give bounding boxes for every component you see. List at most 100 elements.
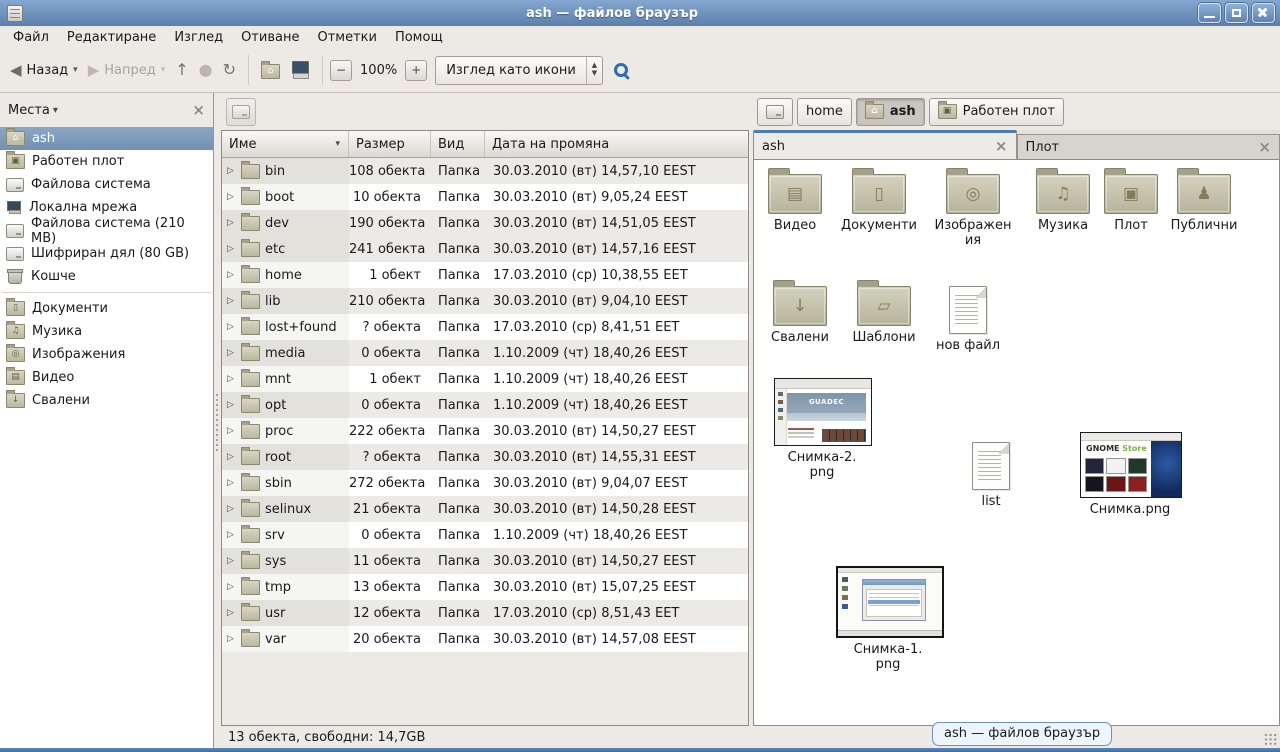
path-button-Работен плот[interactable]: ▣Работен плот [929, 98, 1064, 126]
menu-item-view[interactable]: Изглед [165, 28, 232, 47]
icon-item-Снимка-2.png[interactable]: GUADECСнимка-2.png [774, 378, 870, 481]
view-mode-select[interactable]: Изглед като икони ▲▼ [435, 56, 603, 85]
sidebar-item-11[interactable]: ▤Видео [0, 366, 213, 389]
expander-icon[interactable]: ▷ [227, 634, 236, 644]
back-dropdown-caret-icon[interactable]: ▾ [73, 65, 78, 75]
minimize-button[interactable] [1198, 3, 1221, 23]
tab-close-icon[interactable]: × [995, 139, 1008, 154]
sidebar-title[interactable]: Места [8, 103, 50, 118]
expander-icon[interactable]: ▷ [227, 296, 236, 306]
expander-icon[interactable]: ▷ [227, 426, 236, 436]
title-bar[interactable]: ash — файлов браузър [0, 0, 1280, 26]
sidebar-dropdown-caret-icon[interactable]: ▾ [53, 105, 58, 116]
search-icon[interactable] [613, 62, 630, 79]
menu-item-go[interactable]: Отиване [232, 28, 308, 47]
computer-button[interactable] [285, 56, 315, 85]
tree-row-var[interactable]: ▷var20 обектаПапка30.03.2010 (вт) 14,57,… [222, 626, 748, 652]
tree-row-mnt[interactable]: ▷mnt1 обектПапка1.10.2009 (чт) 18,40,26 … [222, 366, 748, 392]
menu-item-edit[interactable]: Редактиране [58, 28, 165, 47]
icon-item-Снимка.png[interactable]: GNOME StoreСнимка.png [1080, 432, 1180, 517]
close-button[interactable] [1252, 3, 1275, 23]
tree-row-selinux[interactable]: ▷selinux21 обектаПапка30.03.2010 (вт) 14… [222, 496, 748, 522]
expander-icon[interactable]: ▷ [227, 400, 236, 410]
icon-item-list[interactable]: list [946, 442, 1036, 509]
expander-icon[interactable]: ▷ [227, 192, 236, 202]
expander-icon[interactable]: ▷ [227, 270, 236, 280]
expander-icon[interactable]: ▷ [227, 556, 236, 566]
sidebar-item-12[interactable]: ↓Свалени [0, 389, 213, 412]
tab-close-icon[interactable]: × [1258, 140, 1271, 155]
expander-icon[interactable]: ▷ [227, 582, 236, 592]
tree-row-etc[interactable]: ▷etc241 обектаПапка30.03.2010 (вт) 14,57… [222, 236, 748, 262]
expander-icon[interactable]: ▷ [227, 530, 236, 540]
expander-icon[interactable]: ▷ [227, 166, 236, 176]
icon-view[interactable]: ▤Видео▯Документи◎Изображения♫Музика▣Плот… [753, 159, 1280, 726]
zoom-in-button[interactable]: + [405, 60, 427, 81]
up-button[interactable]: ↑ [170, 57, 193, 83]
sidebar-splitter[interactable] [214, 93, 221, 748]
tree-row-proc[interactable]: ▷proc222 обектаПапка30.03.2010 (вт) 14,5… [222, 418, 748, 444]
sidebar-item-1[interactable]: ▣Работен плот [0, 150, 213, 173]
column-header-type[interactable]: Вид [431, 131, 485, 157]
zoom-out-button[interactable]: − [330, 60, 352, 81]
expander-icon[interactable]: ▷ [227, 218, 236, 228]
tree-row-tmp[interactable]: ▷tmp13 обектаПапка30.03.2010 (вт) 15,07,… [222, 574, 748, 600]
sidebar-item-0[interactable]: ⌂ash [0, 127, 213, 150]
home-button[interactable]: ⌂ [256, 56, 285, 84]
forward-button[interactable]: ▶ Напред ▾ [83, 58, 171, 83]
tree-row-sys[interactable]: ▷sys11 обектаПапка30.03.2010 (вт) 14,50,… [222, 548, 748, 574]
expander-icon[interactable]: ▷ [227, 244, 236, 254]
view-mode-spin-icon[interactable]: ▲▼ [586, 57, 602, 84]
tab-Плот[interactable]: Плот× [1017, 134, 1280, 159]
expander-icon[interactable]: ▷ [227, 452, 236, 462]
icon-item-Документи[interactable]: ▯Документи [834, 168, 924, 233]
maximize-button[interactable] [1225, 3, 1248, 23]
tree-root-button[interactable] [226, 98, 256, 126]
splitter-grip[interactable] [215, 393, 220, 453]
icon-item-Снимка-1.png[interactable]: Снимка-1.png [836, 566, 940, 673]
expander-icon[interactable]: ▷ [227, 478, 236, 488]
tree-row-boot[interactable]: ▷boot10 обектаПапка30.03.2010 (вт) 9,05,… [222, 184, 748, 210]
path-button-root[interactable] [757, 98, 793, 126]
tree-row-sbin[interactable]: ▷sbin272 обектаПапка30.03.2010 (вт) 9,04… [222, 470, 748, 496]
tree-row-usr[interactable]: ▷usr12 обектаПапка17.03.2010 (ср) 8,51,4… [222, 600, 748, 626]
tree-row-media[interactable]: ▷media0 обектаПапка1.10.2009 (чт) 18,40,… [222, 340, 748, 366]
icon-item-Шаблони[interactable]: ▱Шаблони [839, 280, 929, 345]
sidebar-item-6[interactable]: Кошче [0, 265, 213, 288]
sidebar-item-10[interactable]: ◎Изображения [0, 343, 213, 366]
column-header-modified[interactable]: Дата на промяна [485, 131, 748, 157]
column-header-size[interactable]: Размер [349, 131, 431, 157]
resize-grip[interactable] [1264, 733, 1278, 746]
path-button-ash[interactable]: ⌂ash [856, 98, 925, 126]
expander-icon[interactable]: ▷ [227, 348, 236, 358]
menu-item-file[interactable]: Файл [4, 28, 58, 47]
reload-button[interactable]: ↻ [218, 57, 241, 83]
tree-row-dev[interactable]: ▷dev190 обектаПапка30.03.2010 (вт) 14,51… [222, 210, 748, 236]
sidebar-close-icon[interactable]: × [192, 103, 205, 118]
tree-row-srv[interactable]: ▷srv0 обектаПапка1.10.2009 (чт) 18,40,26… [222, 522, 748, 548]
stop-button[interactable]: ● [194, 57, 218, 83]
sidebar-item-4[interactable]: Файлова система (210 MB) [0, 219, 213, 242]
column-header-name[interactable]: Име▾ [222, 131, 349, 157]
menu-item-help[interactable]: Помощ [386, 28, 452, 47]
sidebar-item-5[interactable]: Шифриран дял (80 GB) [0, 242, 213, 265]
expander-icon[interactable]: ▷ [227, 374, 236, 384]
tree-row-root[interactable]: ▷root? обектаПапка30.03.2010 (вт) 14,55,… [222, 444, 748, 470]
tree-row-lost+found[interactable]: ▷lost+found? обектаПапка17.03.2010 (ср) … [222, 314, 748, 340]
icon-item-Свалени[interactable]: ↓Свалени [755, 280, 845, 345]
icon-item-Изображения[interactable]: ◎Изображения [932, 168, 1014, 249]
expander-icon[interactable]: ▷ [227, 608, 236, 618]
icon-item-Видео[interactable]: ▤Видео [753, 168, 840, 233]
back-button[interactable]: ◀ Назад ▾ [5, 58, 83, 83]
expander-icon[interactable]: ▷ [227, 504, 236, 514]
tree-row-bin[interactable]: ▷bin108 обектаПапка30.03.2010 (вт) 14,57… [222, 158, 748, 184]
sidebar-item-2[interactable]: Файлова система [0, 173, 213, 196]
tree-row-home[interactable]: ▷home1 обектПапка17.03.2010 (ср) 10,38,5… [222, 262, 748, 288]
icon-item-Публични[interactable]: ♟Публични [1159, 168, 1249, 233]
icon-item-нов файл[interactable]: нов файл [923, 286, 1013, 353]
sidebar-item-9[interactable]: ♫Музика [0, 320, 213, 343]
tab-ash[interactable]: ash× [753, 130, 1017, 159]
menu-item-bookmarks[interactable]: Отметки [308, 28, 385, 47]
expander-icon[interactable]: ▷ [227, 322, 236, 332]
tree-row-lib[interactable]: ▷lib210 обектаПапка30.03.2010 (вт) 9,04,… [222, 288, 748, 314]
